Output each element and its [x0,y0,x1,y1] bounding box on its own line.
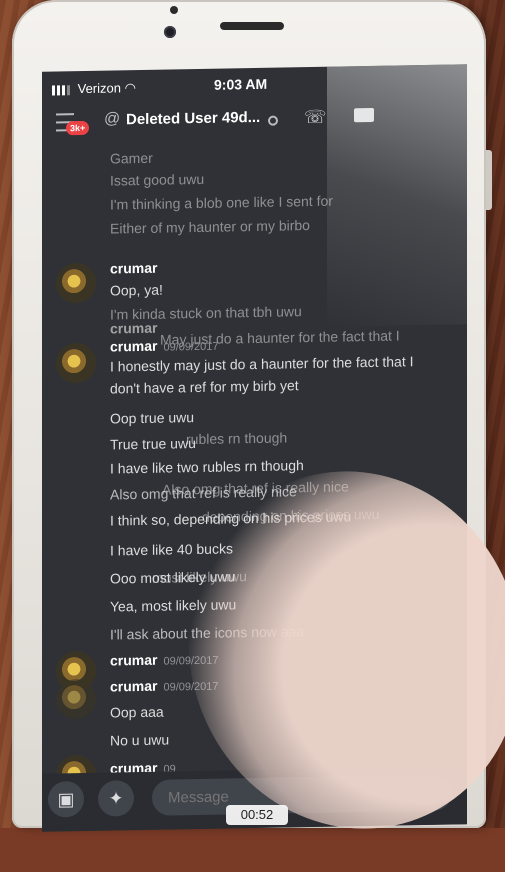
side-button [486,150,492,210]
author-name: crumar [110,651,158,669]
carrier-label: Verizon [77,80,121,97]
at-icon: @ [104,110,121,128]
message-line: don't have a ref for my birb yet [110,377,299,397]
earpiece-speaker [220,22,284,30]
image-upload-icon[interactable]: ▣ [48,780,84,818]
front-camera [164,26,176,38]
video-timestamp: 00:52 [226,805,288,825]
avatar[interactable] [56,262,96,304]
message-author[interactable]: crumar 09/09/2017 [110,337,219,355]
message-line: Oop true uwu [110,409,195,427]
wifi-icon: ◠ [124,80,136,96]
status-bar: Verizon ◠ 9:03 AM [42,70,467,99]
channel-header: 3k+ @ Deleted User 49d... ☏ [42,100,467,141]
message-feed: Gamer Issat good uwu I'm thinking a blob… [42,144,467,796]
avatar[interactable] [56,678,96,720]
message-timestamp: 09/09/2017 [163,340,219,354]
message-line: I honestly may just do a haunter for the… [110,353,414,375]
video-call-icon[interactable] [354,107,374,123]
message-author[interactable]: crumar [110,320,157,337]
message-line: I'm thinking a blob one like I sent for [110,192,333,213]
message-line: True true uwu [110,435,196,453]
status-icon [268,115,278,126]
message-line: Either of my haunter or my birbo [110,217,310,237]
message-line: Issat good uwu [110,170,205,189]
gift-icon[interactable]: ✦ [98,780,134,817]
message-line: I have like two rubles rn though [110,457,304,477]
notification-badge: 3k+ [66,120,90,136]
message-line: No u uwu [110,731,170,749]
author-name: crumar [110,677,158,695]
avatar[interactable] [56,342,96,384]
call-icon[interactable]: ☏ [304,107,327,128]
message-line: Oop, ya! [110,281,163,299]
signal-icon [52,84,70,96]
message-line: rubles rn though [186,429,288,448]
sensor-dot [170,6,178,14]
message-author[interactable]: crumar [110,260,157,277]
clock: 9:03 AM [214,75,268,93]
message-line: Oop aaa [110,703,164,721]
message-line: Gamer [110,149,153,167]
author-name: crumar [110,337,158,355]
carrier: Verizon ◠ [52,80,136,97]
channel-title[interactable]: Deleted User 49d... [126,109,260,128]
